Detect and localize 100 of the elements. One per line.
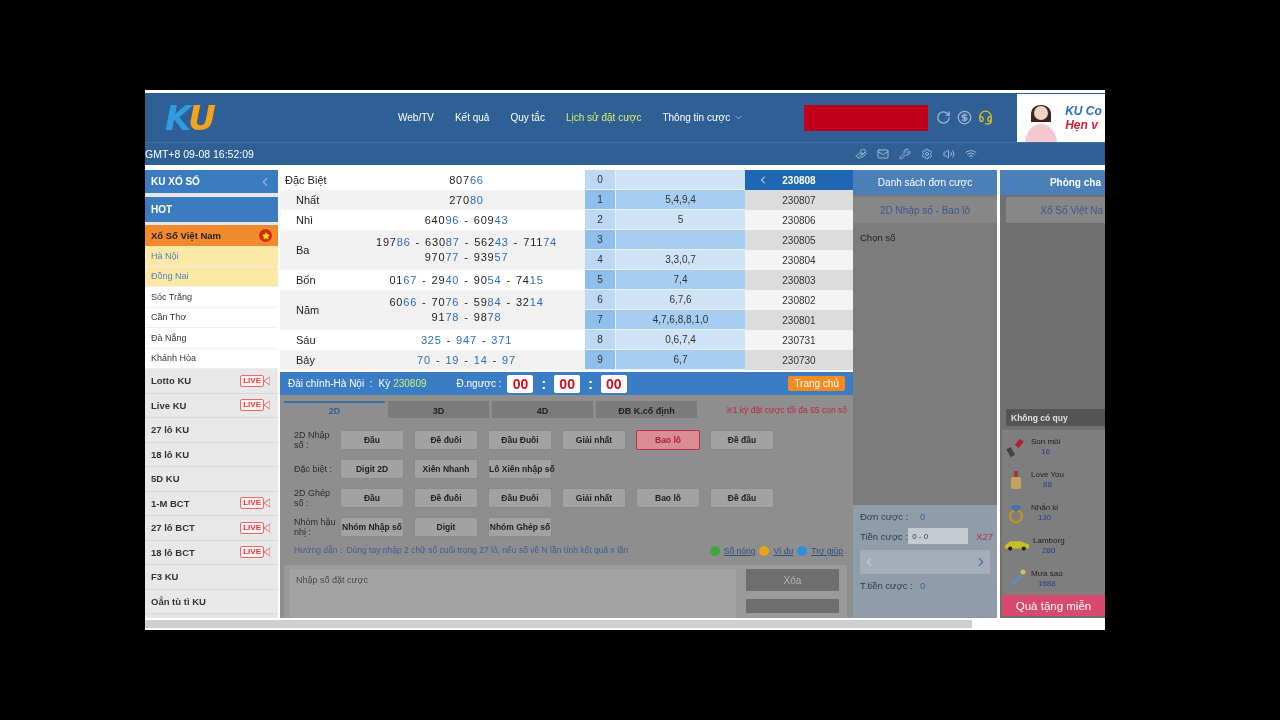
head-digit: 1: [585, 190, 615, 209]
bet-option[interactable]: Đầu: [340, 429, 404, 450]
nav-link[interactable]: Thông tin cược: [662, 112, 745, 123]
sidebar-item[interactable]: Đà Nẵng: [145, 328, 278, 349]
period-item[interactable]: 230807: [745, 190, 853, 210]
bet-option[interactable]: Nhóm Nhập số: [340, 516, 404, 537]
countdown-digits: 00: [507, 374, 534, 393]
sidebar-item[interactable]: Khánh Hòa: [145, 348, 278, 369]
period-item[interactable]: 230805: [745, 230, 853, 250]
bet-option[interactable]: Digit: [414, 516, 478, 537]
number-separator: -: [415, 236, 421, 248]
gift-price: 1688: [1037, 578, 1056, 589]
sidebar-item[interactable]: Hà Nội: [145, 246, 278, 267]
sidebar-item[interactable]: Đồng Nai: [145, 266, 278, 287]
bet-option[interactable]: Đề đuôi: [414, 487, 478, 508]
game-item[interactable]: F3 KU: [151, 571, 179, 583]
sidebar-item[interactable]: Sóc Trăng: [145, 287, 278, 308]
head-values: 6,7: [615, 350, 745, 369]
period-item[interactable]: 230804: [745, 250, 853, 270]
game-item[interactable]: 18 lô BCT: [151, 546, 195, 558]
total-label: T.tiền cược :: [860, 580, 914, 591]
number-separator: -: [464, 236, 470, 248]
nav-link[interactable]: Web/TV: [398, 112, 434, 123]
bet-type-label: 2D Nhập số - Bao lô: [853, 197, 997, 223]
prize-number: 371: [491, 333, 513, 346]
bet-option[interactable]: Xiên Nhanh: [414, 458, 478, 479]
head-digit: 7: [585, 310, 615, 329]
game-item[interactable]: Oẳn tù tì KU: [151, 595, 206, 607]
prize-name: Sáu: [295, 334, 317, 346]
hand-heart-icon[interactable]: [855, 148, 867, 160]
period-item[interactable]: 230731: [745, 330, 853, 350]
head-digit: 6: [585, 290, 615, 309]
bet-option[interactable]: Đề đuôi: [414, 429, 478, 450]
bet-option[interactable]: Đầu Đuôi: [488, 429, 552, 450]
prize-number: 64096: [424, 213, 460, 226]
wifi-icon[interactable]: [965, 148, 977, 160]
hot-header[interactable]: HOT: [145, 197, 278, 222]
bet-option[interactable]: Giải nhất: [562, 487, 626, 508]
nav-link[interactable]: Lịch sử đặt cược: [565, 112, 642, 123]
game-item[interactable]: 27 lô KU: [151, 424, 189, 436]
bet-option[interactable]: Đầu: [340, 487, 404, 508]
game-item[interactable]: 18 lô KU: [151, 448, 189, 460]
banner-text: KU Co: [1065, 103, 1102, 118]
scrollbar[interactable]: [145, 620, 972, 628]
flag-icon: [259, 229, 272, 242]
prize-number: 7076: [431, 296, 460, 308]
prize-number: 19786: [376, 236, 411, 248]
period-item[interactable]: 230730: [745, 350, 853, 370]
amount-input[interactable]: 0 - 0: [908, 528, 969, 544]
game-item[interactable]: 5D KU: [151, 473, 180, 485]
head-values: 5,4,9,4: [615, 190, 745, 209]
game-item[interactable]: Live KU: [151, 399, 187, 411]
wrench-icon[interactable]: [899, 148, 911, 160]
car-icon: [1005, 540, 1029, 551]
prize-number: 63087: [425, 236, 460, 248]
refresh-icon[interactable]: [936, 110, 952, 125]
prize-name: Nhất: [295, 194, 321, 206]
game-item[interactable]: 27 lô BCT: [151, 522, 195, 534]
period-item[interactable]: 230803: [745, 270, 853, 290]
gift-price: 16: [1041, 446, 1051, 457]
prize-number: 70: [417, 353, 431, 366]
bet-tab[interactable]: 4D: [492, 401, 593, 418]
period-item[interactable]: 230801: [745, 310, 853, 330]
nav-link[interactable]: Quy tắc: [510, 112, 545, 123]
game-item[interactable]: 1-M BCT: [151, 497, 190, 509]
prize-number: 71174: [523, 236, 557, 248]
period-item[interactable]: 230802: [745, 290, 853, 310]
period-item[interactable]: 230808: [745, 170, 853, 190]
speaker-icon[interactable]: [943, 148, 955, 160]
number-separator: -: [446, 333, 452, 346]
number-input[interactable]: Nhập số đặt cược: [290, 569, 736, 618]
prize-number: 14: [473, 353, 488, 366]
game-item[interactable]: Lotto KU: [151, 375, 192, 387]
bet-option[interactable]: Đề đầu: [710, 429, 774, 450]
bet-option[interactable]: Đề đầu: [710, 487, 774, 508]
dollar-icon[interactable]: [957, 110, 973, 125]
count-label: Đơn cược :: [860, 511, 910, 522]
settings-icon[interactable]: [921, 148, 933, 160]
clock-text: GMT+8 09-08 16:52:09: [145, 148, 254, 160]
bet-option[interactable]: Đầu Đuôi: [488, 487, 552, 508]
bet-tab[interactable]: 3D: [388, 401, 489, 418]
headset-icon[interactable]: [978, 110, 994, 125]
count-value: 0: [920, 511, 926, 522]
bet-option[interactable]: Nhóm Ghép số: [488, 516, 552, 537]
prize-number: 19: [445, 353, 460, 366]
prize-number: 3214: [515, 296, 544, 308]
nav-link[interactable]: Kết quả: [454, 112, 490, 123]
number-separator: -: [435, 353, 441, 366]
bet-option[interactable]: Bao lô: [636, 487, 700, 508]
mail-icon[interactable]: [877, 148, 889, 160]
head-values: 6,7,6: [615, 290, 745, 309]
sidebar-item[interactable]: Cần Thơ: [145, 307, 278, 328]
panel-title: Danh sách đơn cược: [853, 170, 997, 195]
bet-option[interactable]: Giải nhất: [562, 429, 626, 450]
bet-row-label: 2D Nhập số :: [294, 429, 331, 450]
period-item[interactable]: 230806: [745, 210, 853, 230]
free-gift-bar[interactable]: Quà tặng miễn: [1002, 595, 1105, 616]
total-value: 0: [920, 580, 926, 591]
bet-tab[interactable]: ĐB K.cố định: [596, 401, 697, 418]
bet-option[interactable]: Digit 2D: [340, 458, 404, 479]
